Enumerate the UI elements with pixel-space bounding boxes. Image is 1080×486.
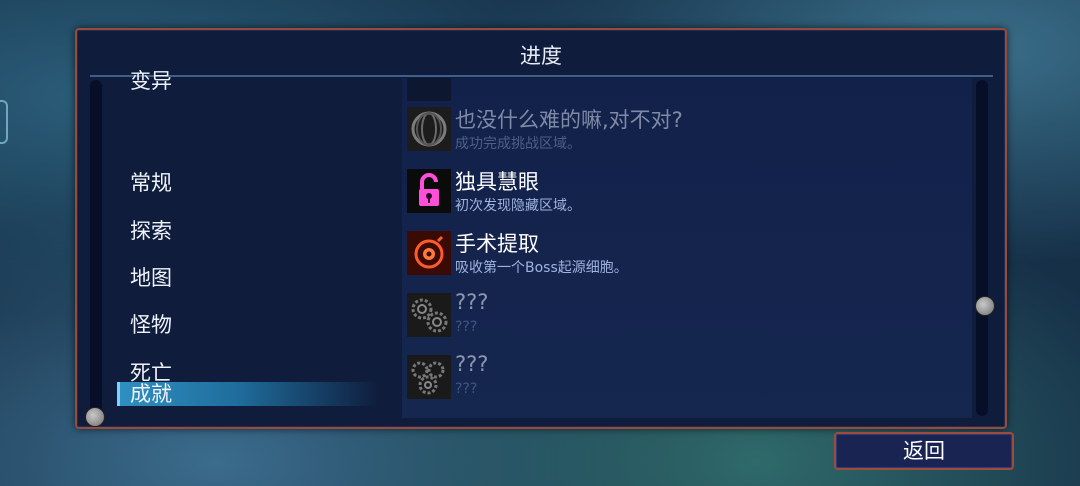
category-mutations[interactable]: 变异: [117, 70, 377, 94]
category-list: 变异 常规 探索 地图 怪物 死亡 成就: [117, 70, 377, 415]
category-scroll-knob[interactable]: [85, 407, 105, 427]
achievement-list: 也没什么难的嘛,对不对? 成功完成挑战区域。 独具慧眼 初次发现隐藏区域。 手术…: [402, 78, 972, 418]
achievement-name: 独具慧眼: [455, 170, 539, 194]
unlocked-padlock-icon: [407, 169, 451, 213]
achievement-row[interactable]: ??? ???: [407, 290, 967, 342]
achievement-scroll-knob[interactable]: [975, 296, 995, 316]
category-map[interactable]: 地图: [117, 265, 377, 291]
progress-panel: 进度 变异 常规 探索 地图 怪物 死亡 成就 也没什么难的嘛,对不对? 成功完…: [75, 28, 1007, 429]
edge-bracket: [0, 100, 8, 144]
back-button[interactable]: 返回: [834, 432, 1014, 470]
gears-icon: [407, 293, 451, 337]
category-achievements[interactable]: 成就: [117, 382, 377, 406]
achievement-name: 手术提取: [455, 232, 539, 256]
achievement-name: 也没什么难的嘛,对不对?: [455, 108, 683, 132]
orb-icon: [407, 78, 451, 101]
achievement-name: ???: [455, 290, 489, 314]
achievement-row[interactable]: ??? ???: [407, 352, 967, 404]
achievement-desc: 成功完成挑战区域。: [455, 136, 581, 152]
category-monsters[interactable]: 怪物: [117, 312, 377, 338]
orb-icon: [407, 107, 451, 151]
achievement-row-partial[interactable]: [407, 78, 967, 106]
achievement-desc: ???: [455, 381, 478, 397]
achievement-scrollbar[interactable]: [976, 80, 988, 416]
gears-icon: [407, 355, 451, 399]
panel-title: 进度: [520, 44, 562, 68]
achievement-row[interactable]: 手术提取 吸收第一个Boss起源细胞。: [407, 230, 967, 280]
achievement-row[interactable]: 也没什么难的嘛,对不对? 成功完成挑战区域。: [407, 106, 967, 156]
achievement-desc: ???: [455, 319, 478, 335]
boss-cell-icon: [407, 231, 451, 275]
achievement-desc: 吸收第一个Boss起源细胞。: [455, 260, 628, 276]
category-scrollbar[interactable]: [90, 80, 102, 416]
category-exploration[interactable]: 探索: [117, 218, 377, 244]
achievement-row[interactable]: 独具慧眼 初次发现隐藏区域。: [407, 168, 967, 218]
achievement-desc: 初次发现隐藏区域。: [455, 198, 581, 214]
category-general[interactable]: 常规: [117, 170, 377, 196]
achievement-name: ???: [455, 352, 489, 376]
